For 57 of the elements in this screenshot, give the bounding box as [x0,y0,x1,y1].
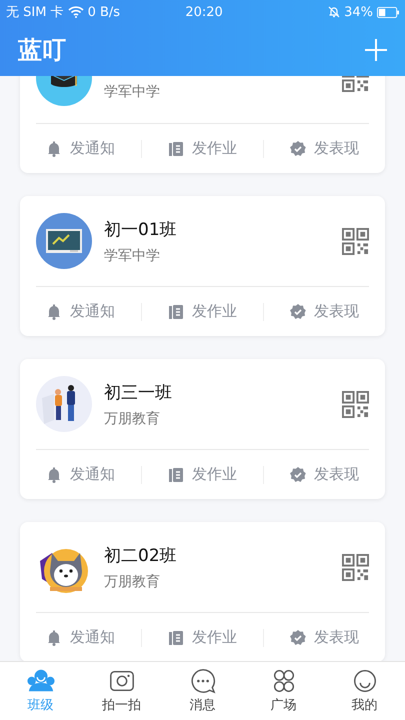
add-icon[interactable] [365,39,387,61]
bell-icon [46,304,62,320]
qr-code-icon[interactable] [342,390,369,418]
card-action-button[interactable]: 发表现 [280,624,369,651]
card-action-button[interactable]: 发通知 [36,461,125,488]
badge-check-icon [290,466,306,482]
card-action-button[interactable]: 发通知 [36,298,125,325]
class-name: 初三一班 [104,382,173,404]
card-action-button[interactable]: 发作业 [158,298,247,325]
nav-tab[interactable]: 拍一拍 [86,662,156,720]
card-action-button[interactable]: 发作业 [158,461,247,488]
school-name: 学军中学 [104,83,161,101]
card-action-button[interactable]: 发作业 [158,624,247,651]
nav-tab[interactable]: 广场 [248,662,318,720]
carrier-text: 无 SIM 卡 [6,4,64,21]
school-name: 万朋教育 [104,572,161,590]
class-card[interactable]: 初二02班 万朋教育 发通知 发作业 发表现 [20,522,385,661]
notebook-icon [168,630,184,646]
battery-icon [377,6,399,18]
notebook-icon [168,304,184,320]
class-name: 初二02班 [104,544,178,566]
network-speed: 0 B/s [88,4,120,20]
qr-code-icon[interactable] [342,554,369,580]
nav-tab[interactable]: 消息 [168,662,238,720]
nav-tab[interactable]: 我的 [330,662,400,720]
nav-tab[interactable]: 班级 [6,662,76,720]
school-name: 万朋教育 [104,410,161,428]
class-card[interactable]: 初一01班 学军中学 发通知 发作业 发表现 [20,196,385,336]
battery-percent: 34% [344,4,373,20]
app-logo: 蓝叮 [18,35,66,66]
school-name: 学军中学 [104,246,161,264]
card-action-button[interactable]: 发通知 [36,135,125,162]
class-avatar-icon [36,376,92,432]
notebook-icon [168,140,184,156]
card-action-button[interactable]: 发通知 [36,624,125,651]
wifi-icon [68,6,84,18]
class-avatar-icon [36,213,92,269]
card-action-button[interactable]: 发表现 [280,461,369,488]
card-action-button[interactable]: 发表现 [280,135,369,162]
clock-time: 20:20 [185,4,223,20]
badge-check-icon [290,140,306,156]
camera-icon [108,668,136,694]
bell-icon [46,140,62,156]
mute-icon [328,6,340,18]
qr-code-icon[interactable] [342,228,369,254]
bell-icon [46,630,62,646]
class-name: 初一01班 [104,218,178,240]
badge-check-icon [290,630,306,646]
card-action-button[interactable]: 发作业 [158,135,247,162]
notebook-icon [168,466,184,482]
card-action-button[interactable]: 发表现 [280,298,369,325]
badge-check-icon [290,304,306,320]
people-icon [26,668,54,694]
class-card[interactable]: 初三一班 万朋教育 发通知 发作业 发表现 [20,359,385,499]
class-card[interactable]: 学军中学 发通知 发作业 发表现 [20,76,385,173]
chat-bubble-icon [188,668,216,694]
bell-icon [46,466,62,482]
